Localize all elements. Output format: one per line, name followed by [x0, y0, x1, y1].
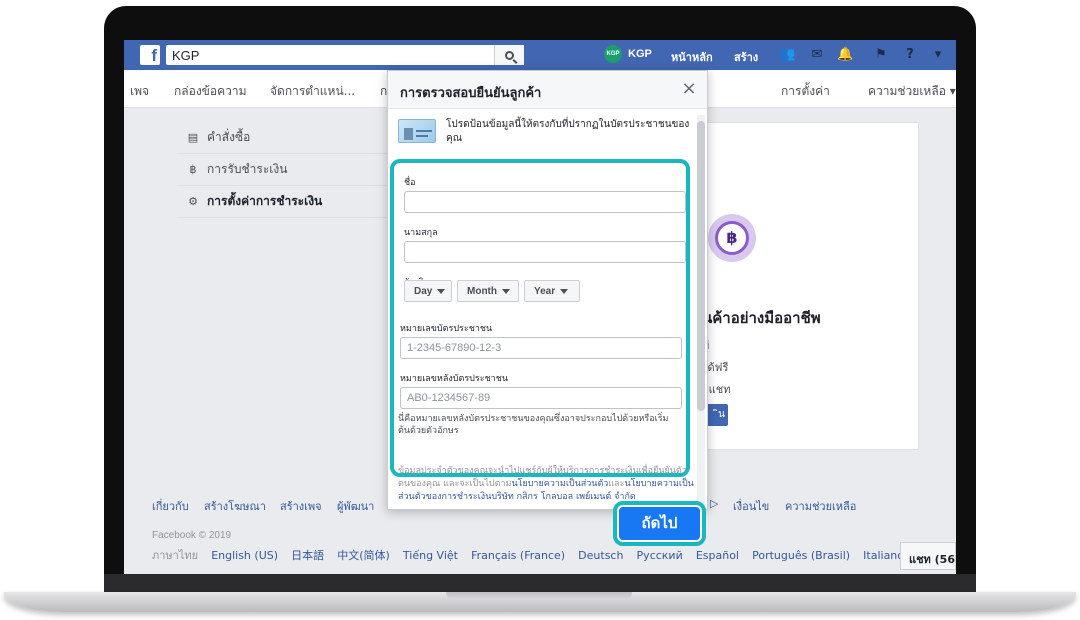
chevron-down-icon[interactable]: ▾ — [930, 47, 946, 63]
id-number-field[interactable] — [400, 337, 682, 359]
tab-settings[interactable]: การตั้งค่า — [781, 82, 830, 101]
lang-link[interactable]: Español — [696, 549, 739, 562]
profile-name: KGP — [628, 48, 652, 60]
last-name-field[interactable] — [404, 241, 686, 263]
id-back-label: หมายเลขหลังบัตรประชาชน — [400, 374, 508, 384]
footer-link-help[interactable]: ความช่วยเหลือ — [785, 497, 856, 515]
lang-link[interactable]: Tiếng Việt — [403, 549, 458, 562]
laptop-hinge — [104, 574, 976, 592]
tab-manage-positions[interactable]: จัดการตำแหน่... — [270, 82, 355, 101]
footer-link-create-page[interactable]: สร้างเพจ — [280, 497, 322, 515]
caret-down-icon — [502, 288, 510, 294]
birthday-day-select[interactable]: Day — [404, 280, 452, 302]
messenger-icon[interactable]: ✉ — [809, 47, 825, 63]
privacy-note: ข้อมูลประจำตัวของคุณจะนำไปแชร์กับผู้ให้บ… — [398, 465, 694, 504]
promo-title: ินค้าอย่างมืออาชีพ — [702, 309, 821, 327]
chat-tab[interactable]: แชท (56 — [900, 542, 956, 570]
lang-link[interactable]: Français (France) — [471, 549, 565, 562]
id-number-label: หมายเลขบัตรประชาชน — [400, 324, 493, 334]
id-intro-text: โปรดป้อนข้อมูลนี้ให้ตรงกับที่ปรากฏในบัตร… — [446, 119, 690, 144]
customer-verification-dialog: การตรวจสอบยืนยันลูกค้า × โปรดป้อนข้อมูลน… — [387, 70, 708, 510]
quick-help-icon[interactable]: ⚑ — [873, 47, 889, 63]
dialog-title: การตรวจสอบยืนยันลูกค้า — [400, 86, 542, 101]
menu-item-payment-settings[interactable]: ⚙ การตั้งค่าการชำระเงิน — [177, 186, 387, 218]
next-button[interactable]: ถัดไป — [619, 507, 700, 540]
lang-link[interactable]: 中文(简体) — [337, 549, 390, 562]
promo-card — [677, 122, 919, 450]
facebook-topbar: f KGP KGP หน้าหลัก สร้าง 👥 ✉ 🔔 ⚑ ? ▾ — [124, 40, 956, 70]
tab-inbox[interactable]: กล่องข้อความ — [174, 82, 247, 101]
footer-link-adchoices[interactable]: ▷ — [710, 497, 718, 510]
tab-page[interactable]: เพจ — [130, 82, 149, 101]
dialog-header: การตรวจสอบยืนยันลูกค้า × — [388, 71, 707, 109]
lang-link[interactable]: Русский — [637, 549, 683, 562]
menu-item-payments[interactable]: ฿ การรับชำระเงิน — [177, 154, 387, 186]
privacy-policy-link[interactable]: นโยบายความเป็นส่วนตัว — [511, 479, 608, 489]
year-value: Year — [534, 285, 556, 297]
search-input[interactable] — [166, 45, 524, 65]
menu-item-orders[interactable]: ▤ คำสั่งซื้อ — [177, 122, 387, 154]
profile-link[interactable]: KGP KGP — [604, 45, 652, 63]
footer-link-about[interactable]: เกี่ยวกับ — [152, 497, 189, 515]
baht-icon: ฿ — [189, 162, 197, 176]
first-name-field[interactable] — [404, 191, 686, 213]
menu-item-label: การรับชำระเงิน — [207, 162, 288, 176]
footer-link-developers[interactable]: ผู้พัฒนา — [337, 497, 374, 515]
id-card-icon — [398, 119, 436, 143]
gear-icon: ⚙ — [188, 194, 198, 208]
footer-copyright: Facebook © 2019 — [152, 530, 232, 541]
id-intro: โปรดป้อนข้อมูลนี้ให้ตรงกับที่ปรากฏในบัตร… — [396, 115, 696, 151]
birthday-year-select[interactable]: Year — [524, 280, 580, 302]
laptop-screenshot: f KGP KGP หน้าหลัก สร้าง 👥 ✉ 🔔 ⚑ ? ▾ เพจ… — [0, 0, 1080, 620]
lang-link[interactable]: Italiano — [863, 549, 904, 562]
footer-link-terms[interactable]: เงื่อนไข — [733, 497, 769, 515]
close-icon[interactable]: × — [679, 79, 699, 99]
menu-item-label: การตั้งค่าการชำระเงิน — [207, 194, 323, 208]
last-name-label: นามสกุล — [404, 228, 438, 238]
caret-down-icon — [437, 288, 446, 294]
lang-current: ภาษาไทย — [152, 549, 199, 562]
lang-link[interactable]: Português (Brasil) — [752, 549, 850, 562]
baht-icon: ฿ — [715, 221, 749, 255]
search-icon — [505, 50, 514, 60]
dialog-scroll-thumb[interactable] — [697, 121, 705, 411]
first-name-label: ชื่อ — [404, 178, 416, 188]
privacy-text: และ — [608, 479, 625, 489]
footer-link-create-ad[interactable]: สร้างโฆษณา — [204, 497, 266, 515]
nav-create[interactable]: สร้าง — [734, 48, 758, 66]
caret-down-icon — [560, 288, 569, 294]
menu-item-label: คำสั่งซื้อ — [207, 130, 251, 144]
footer-languages: ภาษาไทย English (US) 日本語 中文(简体) Tiếng Vi… — [152, 544, 938, 562]
birthday-month-select[interactable]: Month — [457, 280, 519, 302]
lang-link[interactable]: Deutsch — [578, 549, 623, 562]
tab-help[interactable]: ความช่วยเหลือ ▾ — [868, 82, 956, 101]
help-icon[interactable]: ? — [902, 47, 918, 63]
laptop-notch — [446, 592, 632, 600]
day-value: Day — [414, 285, 433, 297]
lang-link[interactable]: English (US) — [211, 549, 278, 562]
search-button[interactable] — [494, 45, 524, 65]
commerce-left-menu: ▤ คำสั่งซื้อ ฿ การรับชำระเงิน ⚙ การตั้งค… — [177, 122, 387, 218]
friends-icon[interactable]: 👥 — [779, 47, 795, 63]
id-back-hint: นี่คือหมายเลขหลังบัตรประชาชนของคุณซึ่งอา… — [398, 414, 669, 436]
lang-link[interactable]: 日本語 — [291, 549, 324, 562]
month-value: Month — [467, 285, 497, 297]
avatar: KGP — [604, 45, 622, 63]
facebook-logo-icon[interactable]: f — [140, 45, 160, 65]
nav-home[interactable]: หน้าหลัก — [671, 48, 713, 66]
id-back-field[interactable] — [400, 387, 682, 409]
notifications-icon[interactable]: 🔔 — [837, 47, 853, 63]
receipt-icon: ▤ — [187, 130, 199, 144]
facebook-screen: f KGP KGP หน้าหลัก สร้าง 👥 ✉ 🔔 ⚑ ? ▾ เพจ… — [124, 40, 956, 574]
